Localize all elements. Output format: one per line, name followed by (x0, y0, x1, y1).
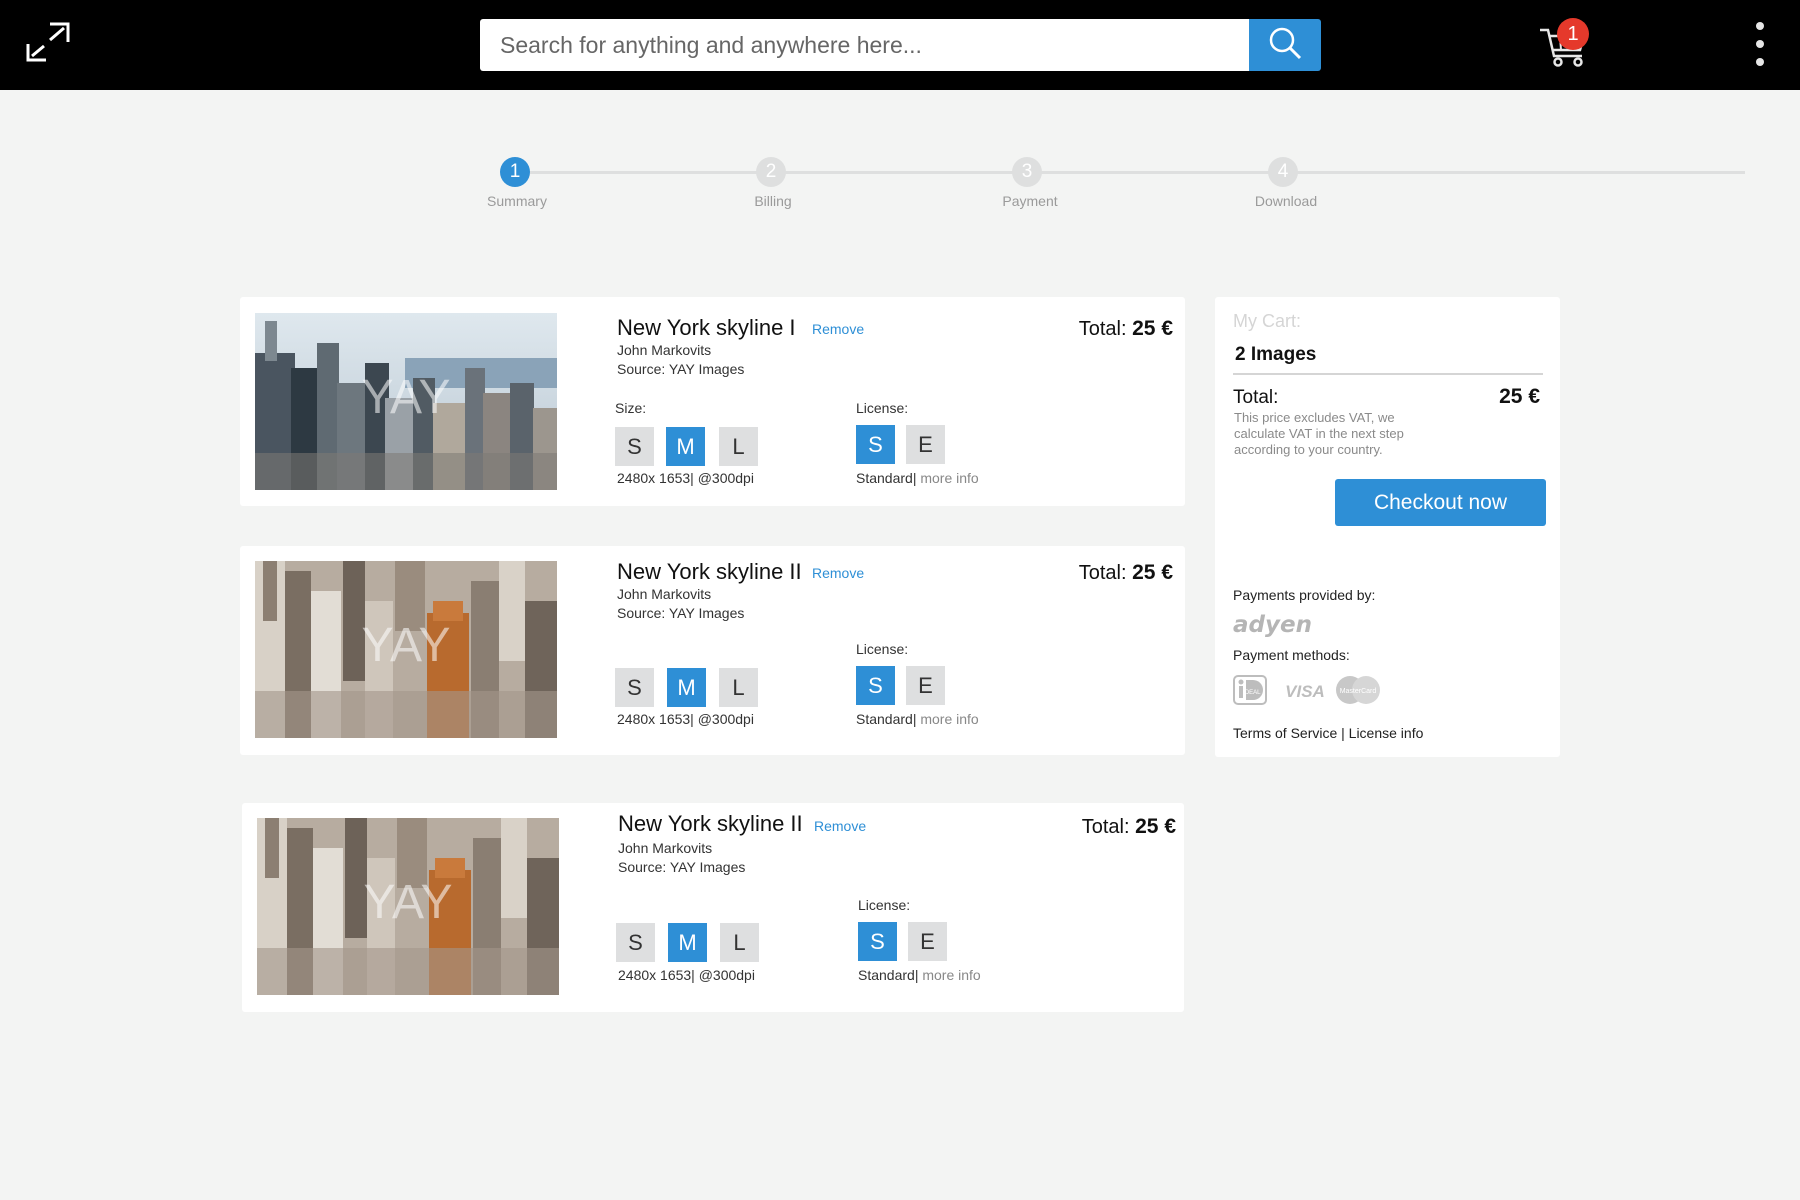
cart-item: YAY New York skyline I Remove John Marko… (240, 297, 1185, 506)
watermark-text: YAY (362, 619, 451, 672)
item-total: Total: 25 € (1079, 561, 1173, 585)
item-total: Total: 25 € (1079, 317, 1173, 341)
size-option-l[interactable]: L (719, 427, 758, 466)
cart-summary-panel: My Cart: 2 Images Total: 25 € This price… (1215, 297, 1560, 757)
expand-icon[interactable] (26, 22, 70, 62)
item-author: John Markovits (617, 342, 712, 358)
license-label: License: (856, 641, 909, 657)
ideal-icon: iDEAL (1233, 675, 1267, 710)
license-info: Standard| more info (856, 711, 979, 727)
vat-note: This price excludes VAT, we calculate VA… (1234, 410, 1404, 457)
license-option-extended[interactable]: E (906, 425, 945, 464)
visa-icon: VISA (1283, 681, 1327, 706)
step-3-payment[interactable]: 3 (1012, 157, 1042, 187)
search-input[interactable] (480, 19, 1249, 71)
item-total-value: 25 € (1132, 317, 1173, 340)
remove-link[interactable]: Remove (812, 565, 864, 581)
item-total-label: Total: (1078, 562, 1127, 584)
step-4-download[interactable]: 4 (1268, 157, 1298, 187)
license-label: License: (856, 400, 909, 416)
item-resolution: 2480x 1653| @300dpi (617, 711, 754, 727)
item-source: Source: YAY Images (617, 605, 745, 621)
payment-methods-label: Payment methods: (1233, 647, 1350, 663)
license-option-standard[interactable]: S (856, 666, 895, 705)
item-title: New York skyline I (617, 315, 796, 340)
cart-item: YAY New York skyline II Remove John Mark… (242, 803, 1184, 1012)
more-info-link[interactable]: more info (922, 967, 980, 983)
item-total-label: Total: (1078, 318, 1127, 340)
svg-text:iDEAL: iDEAL (1243, 690, 1261, 696)
item-resolution: 2480x 1653| @300dpi (617, 470, 754, 486)
license-info: Standard| more info (856, 470, 979, 486)
remove-link[interactable]: Remove (812, 321, 864, 337)
step-label-billing: Billing (754, 193, 792, 209)
license-option-standard[interactable]: S (856, 425, 895, 464)
cart-image-count: 2 Images (1235, 344, 1317, 365)
item-total-value: 25 € (1132, 561, 1173, 584)
size-option-l[interactable]: L (720, 923, 759, 962)
item-author: John Markovits (617, 586, 712, 602)
remove-link[interactable]: Remove (814, 818, 866, 834)
divider (1233, 373, 1543, 375)
license-option-extended[interactable]: E (908, 922, 947, 961)
item-total: Total: 25 € (1082, 815, 1176, 839)
cart-heading: My Cart: (1233, 311, 1302, 331)
top-bar: 1 (0, 0, 1800, 90)
item-thumbnail[interactable]: YAY (257, 818, 559, 995)
size-option-m[interactable]: M (666, 427, 705, 466)
payments-provided-label: Payments provided by: (1233, 587, 1376, 603)
svg-text:VISA: VISA (1285, 682, 1325, 701)
license-name: Standard| (856, 470, 917, 486)
search-icon (1267, 25, 1303, 66)
item-resolution: 2480x 1653| @300dpi (618, 967, 755, 983)
size-option-l[interactable]: L (719, 668, 758, 707)
watermark-text: YAY (364, 876, 453, 929)
item-source: Source: YAY Images (618, 859, 746, 875)
adyen-logo: adyen (1233, 612, 1312, 638)
license-option-extended[interactable]: E (906, 666, 945, 705)
item-author: John Markovits (618, 840, 713, 856)
size-label: Size: (615, 400, 647, 416)
mastercard-icon: MasterCard (1333, 675, 1383, 710)
svg-text:MasterCard: MasterCard (1340, 688, 1377, 695)
license-name: Standard| (858, 967, 919, 983)
cart-total-value: 25 € (1499, 385, 1540, 408)
cart-icon (1538, 28, 1594, 74)
item-title: New York skyline II (618, 811, 803, 836)
item-thumbnail[interactable]: YAY (255, 313, 557, 490)
license-info: Standard| more info (858, 967, 981, 983)
size-option-m[interactable]: M (668, 923, 707, 962)
step-label-summary: Summary (487, 193, 547, 209)
license-option-standard[interactable]: S (858, 922, 897, 961)
license-label: License: (858, 897, 911, 913)
item-source: Source: YAY Images (617, 361, 745, 377)
terms-links[interactable]: Terms of Service | License info (1233, 725, 1423, 741)
watermark-text: YAY (362, 371, 451, 424)
more-options-icon[interactable] (1752, 22, 1768, 66)
item-total-value: 25 € (1135, 815, 1176, 838)
size-option-s[interactable]: S (615, 427, 654, 466)
search-bar (480, 19, 1321, 71)
search-button[interactable] (1249, 19, 1321, 71)
checkout-button[interactable]: Checkout now (1335, 479, 1546, 526)
cart-item: YAY New York skyline II Remove John Mark… (240, 546, 1185, 755)
size-option-s[interactable]: S (615, 668, 654, 707)
item-thumbnail[interactable]: YAY (255, 561, 557, 738)
step-label-payment: Payment (1002, 193, 1058, 209)
size-option-m[interactable]: M (667, 668, 706, 707)
item-total-label: Total: (1081, 816, 1130, 838)
size-option-s[interactable]: S (616, 923, 655, 962)
cart-count-badge: 1 (1557, 18, 1589, 50)
step-label-download: Download (1254, 193, 1318, 209)
item-title: New York skyline II (617, 559, 802, 584)
more-info-link[interactable]: more info (920, 470, 978, 486)
license-name: Standard| (856, 711, 917, 727)
more-info-link[interactable]: more info (920, 711, 978, 727)
cart-total-label: Total: (1233, 387, 1279, 408)
step-1-summary[interactable]: 1 (500, 157, 530, 187)
step-2-billing[interactable]: 2 (756, 157, 786, 187)
